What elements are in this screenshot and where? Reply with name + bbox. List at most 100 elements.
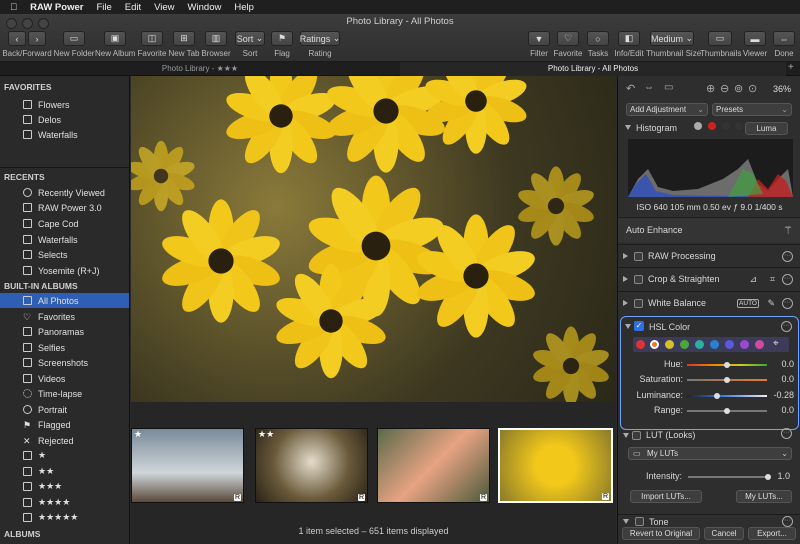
sidebar-item-portrait[interactable]: Portrait xyxy=(0,402,129,417)
compare-icon[interactable]: ⇔ xyxy=(644,82,654,93)
straighten-icon[interactable]: ⊿ xyxy=(749,274,757,285)
favorite-button[interactable]: ◫ xyxy=(141,31,163,46)
lut-checkbox[interactable] xyxy=(632,431,641,440)
sidebar-item-cape-cod[interactable]: Cape Cod xyxy=(0,216,129,231)
range-slider[interactable] xyxy=(687,408,767,414)
sidebar-item-waterfalls[interactable]: Waterfalls xyxy=(0,127,129,142)
tab-photo-library-all[interactable]: Photo Library - All Photos xyxy=(400,62,786,76)
more-options-icon[interactable]: ··· xyxy=(781,428,792,439)
sidebar-item-favorites[interactable]: ♡ Favorites xyxy=(0,309,129,324)
hue-slider[interactable] xyxy=(687,362,767,368)
crop-icon[interactable]: ⌗ xyxy=(770,274,775,285)
crop-checkbox[interactable] xyxy=(634,274,643,284)
zoom-actual-icon[interactable]: ⊙ xyxy=(748,82,757,95)
tone-row[interactable]: Tone ··· xyxy=(618,514,800,528)
eyedropper-icon[interactable]: ✎ xyxy=(767,298,775,309)
swatch-blue[interactable] xyxy=(710,340,719,349)
saturation-slider[interactable] xyxy=(687,377,767,383)
zoom-in-icon[interactable]: ⊕ xyxy=(706,82,715,95)
raw-processing-checkbox[interactable] xyxy=(634,251,643,261)
sidebar-item-raw-power[interactable]: RAW Power 3.0 xyxy=(0,200,129,215)
luminance-slider[interactable] xyxy=(687,393,767,399)
more-options-icon[interactable]: ··· xyxy=(782,516,793,527)
raw-processing-row[interactable]: RAW Processing ··· xyxy=(618,244,800,267)
luma-dropdown[interactable]: Luma xyxy=(745,122,788,135)
swatch-orange-selected[interactable] xyxy=(650,340,659,349)
split-view-icon[interactable]: ▭ xyxy=(664,82,673,93)
export-button[interactable]: Export... xyxy=(748,527,796,540)
sidebar-item-5-star[interactable]: ★★★★★ xyxy=(0,510,129,525)
sidebar-item-all-photos[interactable]: All Photos xyxy=(0,293,129,308)
menu-window[interactable]: Window xyxy=(188,2,222,13)
sidebar-item-rejected[interactable]: ✕ Rejected xyxy=(0,433,129,448)
tab-photo-library-stars[interactable]: Photo Library - ★★★ xyxy=(0,62,400,76)
sidebar-item-recently-viewed[interactable]: Recently Viewed xyxy=(0,185,129,200)
back-button[interactable]: ‹ xyxy=(8,31,26,46)
magic-wand-icon[interactable]: ⚚ xyxy=(783,224,793,237)
info-edit-button[interactable]: ◧ xyxy=(618,31,640,46)
sidebar-item-selects[interactable]: Selects xyxy=(0,247,129,262)
blue-channel-dot[interactable] xyxy=(735,122,743,130)
luminance-slider-knob[interactable] xyxy=(714,393,721,399)
zoom-out-icon[interactable]: ⊖ xyxy=(720,82,729,95)
menu-file[interactable]: File xyxy=(96,2,111,13)
tasks-button[interactable]: ○ xyxy=(587,31,609,46)
saturation-slider-knob[interactable] xyxy=(724,377,730,383)
tone-checkbox[interactable] xyxy=(635,517,644,526)
swatch-yellow[interactable] xyxy=(665,340,674,349)
favorite-right-button[interactable]: ♡ xyxy=(557,31,579,46)
menu-help[interactable]: Help xyxy=(234,2,254,13)
thumbnail-4-selected[interactable]: R xyxy=(498,428,613,503)
filter-button[interactable]: ▼ xyxy=(528,31,550,46)
menu-edit[interactable]: Edit xyxy=(125,2,141,13)
swatch-green[interactable] xyxy=(680,340,689,349)
swatch-purple[interactable] xyxy=(740,340,749,349)
range-slider-knob[interactable] xyxy=(724,408,730,414)
disclosure-right-icon[interactable] xyxy=(623,276,628,282)
swatch-indigo[interactable] xyxy=(725,340,734,349)
target-picker-icon[interactable]: ⌖ xyxy=(773,338,779,349)
cancel-button[interactable]: Cancel xyxy=(704,527,744,540)
my-luts-button[interactable]: My LUTs... xyxy=(736,490,792,503)
auto-enhance-row[interactable]: Auto Enhance ⚚ xyxy=(618,217,800,242)
lut-dropdown[interactable]: ▭ My LUTs ⌄ xyxy=(628,447,792,460)
sidebar-item-1-star[interactable]: ★ xyxy=(0,448,129,463)
sidebar-item-flowers[interactable]: Flowers xyxy=(0,97,129,112)
swatch-aqua[interactable] xyxy=(695,340,704,349)
undo-icon[interactable]: ↶ xyxy=(626,82,635,95)
histogram-disclosure-icon[interactable] xyxy=(625,125,631,130)
sidebar-item-4-star[interactable]: ★★★★ xyxy=(0,495,129,510)
more-options-icon[interactable]: ··· xyxy=(782,273,793,285)
done-button[interactable]: ⇔ xyxy=(773,31,795,46)
sidebar-item-screenshots[interactable]: Screenshots xyxy=(0,355,129,370)
all-channels-dot[interactable] xyxy=(694,122,702,130)
auto-white-balance-button[interactable]: AUTO xyxy=(737,298,759,308)
flag-button[interactable]: ⚑ xyxy=(271,31,293,46)
more-options-icon[interactable]: ··· xyxy=(782,297,793,309)
new-tab-button[interactable]: ⊞ xyxy=(173,31,195,46)
swatch-magenta[interactable] xyxy=(755,340,764,349)
forward-button[interactable]: › xyxy=(28,31,46,46)
menu-view[interactable]: View xyxy=(154,2,174,13)
main-photo[interactable] xyxy=(131,76,616,402)
sidebar-item-2-star[interactable]: ★★ xyxy=(0,464,129,479)
new-folder-button[interactable]: ▭ xyxy=(63,31,85,46)
swatch-red[interactable] xyxy=(636,340,645,349)
sidebar-item-time-lapse[interactable]: Time-lapse xyxy=(0,386,129,401)
red-channel-dot[interactable] xyxy=(708,122,716,130)
sidebar-item-selfies[interactable]: Selfies xyxy=(0,340,129,355)
white-balance-row[interactable]: White Balance AUTO ✎ ··· xyxy=(618,291,800,314)
crop-straighten-row[interactable]: Crop & Straighten ⊿ ⌗ ··· xyxy=(618,267,800,290)
thumbnail-size-dropdown[interactable]: Medium ⌄ xyxy=(650,31,694,46)
sort-dropdown[interactable]: Sort ⌄ xyxy=(235,31,265,46)
thumbnail-3[interactable]: R xyxy=(377,428,490,503)
revert-to-original-button[interactable]: Revert to Original xyxy=(622,527,700,540)
hsl-checkbox-checked[interactable]: ✓ xyxy=(634,321,644,331)
sidebar-item-panoramas[interactable]: Panoramas xyxy=(0,324,129,339)
more-options-icon[interactable]: ··· xyxy=(781,321,792,332)
sidebar-item-flagged[interactable]: ⚑ Flagged xyxy=(0,417,129,432)
sidebar-item-3-star[interactable]: ★★★ xyxy=(0,479,129,494)
app-menu[interactable]: RAW Power xyxy=(30,2,83,13)
presets-dropdown[interactable]: Presets ⌄ xyxy=(712,103,792,116)
disclosure-down-icon[interactable] xyxy=(623,519,629,524)
